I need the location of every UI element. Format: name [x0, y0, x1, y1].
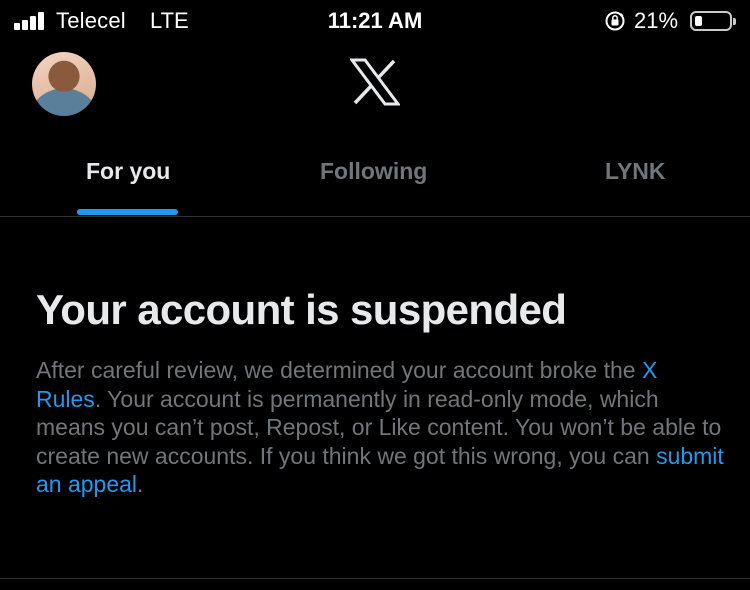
rotation-lock-icon — [605, 11, 625, 31]
status-bar: Telecel LTE 11:21 AM 21% — [0, 0, 750, 40]
suspension-message: After careful review, we determined your… — [36, 356, 726, 499]
active-tab-indicator — [77, 209, 178, 215]
suspension-title: Your account is suspended — [36, 286, 567, 333]
message-text: After careful review, we determined your… — [36, 357, 642, 383]
tab-label: Following — [320, 158, 428, 184]
tab-for-you[interactable]: For you — [40, 140, 215, 217]
tab-lynk[interactable]: LYNK — [580, 140, 690, 217]
divider — [0, 578, 750, 579]
app-screen: Telecel LTE 11:21 AM 21% For you Followi… — [0, 0, 750, 590]
battery-percent: 21% — [634, 8, 679, 33]
battery-icon — [690, 11, 736, 31]
message-text: . Your account is permanently in read-on… — [36, 385, 722, 469]
timeline-tabs: For you Following LYNK — [0, 140, 750, 217]
tab-following[interactable]: Following — [300, 140, 450, 217]
tab-label: LYNK — [605, 158, 666, 184]
profile-avatar[interactable] — [32, 52, 96, 116]
x-logo-icon — [350, 58, 400, 106]
tab-label: For you — [86, 158, 171, 184]
message-text: . — [137, 471, 144, 497]
